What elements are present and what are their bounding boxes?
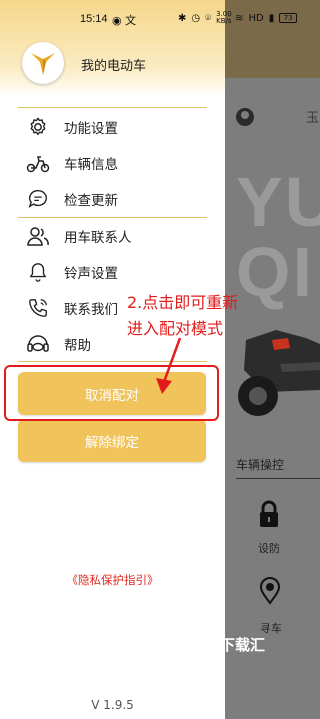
bell-icon — [26, 260, 50, 284]
menu-item-check-update[interactable]: 检查更新 — [26, 185, 206, 213]
contacts-icon — [26, 224, 50, 248]
lock-icon — [260, 500, 278, 527]
signal-icon: ▮ — [268, 12, 275, 24]
menu-item-label: 用车联系人 — [64, 230, 132, 246]
menu-item-function-settings[interactable]: 功能设置 — [26, 113, 206, 141]
locate-scooter-icon — [260, 577, 280, 605]
menu-item-ringtone-settings[interactable]: 铃声设置 — [26, 258, 206, 286]
bg-divider — [236, 478, 320, 479]
menu-item-label: 检查更新 — [64, 193, 118, 209]
watermark: 下载汇 — [220, 636, 266, 654]
menu-item-label: 帮助 — [64, 338, 91, 354]
wifi-icon: ≋ — [235, 12, 244, 24]
menu-item-label: 功能设置 — [64, 121, 118, 137]
status-right-icons: ✱ ◷ ⌾ 3.00 KB/s ≋ HD ▮ 73 — [178, 10, 298, 25]
app-version: V 1.9.5 — [91, 698, 134, 712]
status-bar: 15:14 ◉ 文 ✱ ◷ ⌾ 3.00 KB/s ≋ HD ▮ 73 — [0, 0, 320, 36]
bg-section-title: 车辆操控 — [236, 458, 285, 472]
divider-middle — [18, 217, 207, 218]
alarm-icon: ◷ — [191, 12, 201, 24]
location-icon: ⌾ — [205, 12, 212, 24]
menu-item-vehicle-info[interactable]: 车辆信息 — [26, 149, 206, 177]
bluetooth-icon: ✱ — [178, 12, 187, 24]
hd-indicator: HD — [248, 12, 264, 24]
annotation-arrow-icon — [156, 337, 182, 394]
net-speed: 3.00 KB/s — [216, 10, 232, 25]
headset-icon — [26, 332, 50, 356]
menu-item-label: 车辆信息 — [64, 157, 118, 173]
bg-scooter-image — [238, 330, 320, 416]
privacy-policy-link[interactable]: 《隐私保护指引》 — [0, 572, 225, 588]
scooter-icon — [26, 151, 50, 175]
bg-user-icon — [236, 108, 254, 126]
gear-icon — [26, 115, 50, 139]
battery-icon: 73 — [279, 13, 298, 23]
brand-logo-icon — [31, 53, 55, 75]
status-notification-icons: ◉ 文 — [112, 14, 137, 27]
bg-top-text: 玉 — [306, 111, 320, 126]
chat-bubble-icon — [26, 187, 50, 211]
app-title: 我的电动车 — [81, 59, 147, 74]
annotation-text-line-1: 2.点击即可重新 — [127, 293, 239, 312]
bg-brand-text-1: YU — [236, 163, 320, 241]
unbind-button[interactable]: 解除绑定 — [18, 419, 206, 462]
menu-item-contacts[interactable]: 用车联系人 — [26, 222, 206, 250]
navigation-drawer: 我的电动车 功能设置 车辆信息 检查更新 用车联系人 铃声设置 联系我们 帮助 … — [0, 0, 225, 719]
menu-item-label: 联系我们 — [64, 302, 118, 318]
app-logo — [22, 42, 64, 84]
menu-item-label: 铃声设置 — [64, 266, 118, 282]
status-time: 15:14 — [80, 13, 108, 25]
divider-top — [18, 107, 207, 108]
phone-icon — [26, 296, 50, 320]
bg-lock-label: 设防 — [258, 542, 280, 555]
